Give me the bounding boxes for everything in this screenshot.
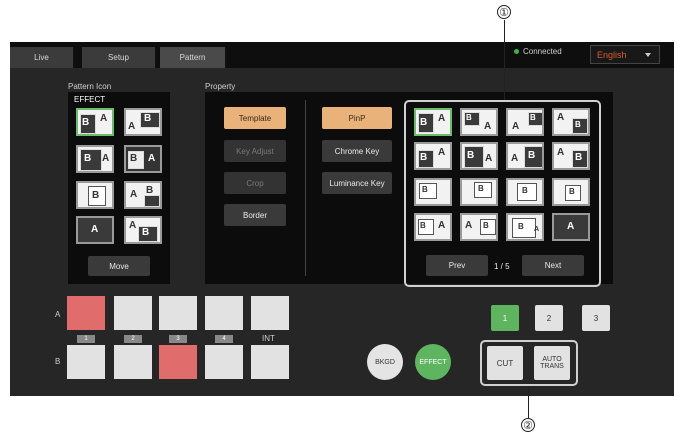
- auto-trans-button[interactable]: AUTO TRANS: [534, 346, 570, 380]
- bus-number-1: 1: [77, 335, 95, 343]
- template-button[interactable]: Template: [224, 107, 286, 129]
- template-icon-10[interactable]: B: [460, 178, 498, 206]
- template-icon-3[interactable]: A B: [506, 108, 544, 136]
- template-icon-2[interactable]: B A: [460, 108, 498, 136]
- page-2-button[interactable]: 2: [535, 305, 563, 331]
- pattern-icon-8[interactable]: A B: [124, 216, 162, 244]
- pinp-button[interactable]: PinP: [322, 107, 392, 129]
- border-button[interactable]: Border: [224, 204, 286, 226]
- move-button[interactable]: Move: [88, 256, 150, 276]
- page-indicator: 1 / 5: [494, 262, 510, 271]
- language-select[interactable]: English: [590, 45, 660, 64]
- bus-number-int: INT: [262, 334, 275, 343]
- property-title: Property: [205, 82, 236, 91]
- b-bus-button-2[interactable]: [114, 345, 152, 379]
- bus-number-4: 4: [215, 335, 233, 343]
- template-icon-9[interactable]: B: [414, 178, 452, 206]
- luminance-key-button[interactable]: Luminance Key: [322, 172, 392, 194]
- row-b-label: B: [55, 357, 61, 366]
- pattern-icon-3[interactable]: B A: [76, 145, 114, 173]
- page-3-button[interactable]: 3: [582, 305, 610, 331]
- callout-1-line: [504, 20, 505, 100]
- pattern-icon-2[interactable]: A B: [124, 108, 162, 136]
- template-icon-13[interactable]: B A: [414, 213, 452, 241]
- pattern-icon-7[interactable]: A: [76, 216, 114, 244]
- template-icon-5[interactable]: B A: [414, 142, 452, 170]
- template-icon-6[interactable]: B A: [460, 142, 498, 170]
- chrome-key-button[interactable]: Chrome Key: [322, 140, 392, 162]
- pattern-icon-4[interactable]: B A: [124, 145, 162, 173]
- pattern-icon-title: Pattern Icon: [68, 82, 112, 91]
- template-icon-15[interactable]: B A: [506, 213, 544, 241]
- key-adjust-button[interactable]: Key Adjust: [224, 140, 286, 162]
- template-icon-1[interactable]: B A: [414, 108, 452, 136]
- callout-2-line: [528, 386, 529, 418]
- template-icon-12[interactable]: B: [552, 178, 590, 206]
- a-bus-button-int[interactable]: [251, 296, 289, 330]
- template-icon-11[interactable]: B: [506, 178, 544, 206]
- language-value: English: [597, 49, 627, 60]
- row-a-label: A: [55, 310, 61, 319]
- pattern-icon-6[interactable]: A B: [124, 181, 162, 209]
- tab-live[interactable]: Live: [10, 47, 74, 68]
- prev-button[interactable]: Prev: [426, 255, 488, 276]
- bkgd-button[interactable]: BKGD: [367, 344, 403, 380]
- connection-status: Connected: [514, 47, 562, 56]
- pattern-icon-subtitle: EFFECT: [74, 95, 106, 104]
- property-divider: [305, 100, 306, 276]
- template-icon-16[interactable]: A: [552, 213, 590, 241]
- next-button[interactable]: Next: [522, 255, 584, 276]
- connection-label: Connected: [523, 47, 562, 56]
- effect-button[interactable]: EFFECT: [415, 344, 451, 380]
- tab-pattern[interactable]: Pattern: [160, 47, 226, 68]
- a-bus-button-2[interactable]: [114, 296, 152, 330]
- callout-2: ②: [521, 418, 535, 432]
- pattern-icon-5[interactable]: B: [76, 181, 114, 209]
- b-bus-button-int[interactable]: [251, 345, 289, 379]
- bus-number-3: 3: [169, 335, 187, 343]
- pattern-icon-1[interactable]: B A: [76, 108, 114, 136]
- template-icon-4[interactable]: A B: [552, 108, 590, 136]
- a-bus-button-3[interactable]: [159, 296, 197, 330]
- template-icon-8[interactable]: A B: [552, 142, 590, 170]
- b-bus-button-4[interactable]: [205, 345, 243, 379]
- bus-number-2: 2: [124, 335, 142, 343]
- template-icon-14[interactable]: A B: [460, 213, 498, 241]
- page-1-button[interactable]: 1: [491, 305, 519, 331]
- tab-setup[interactable]: Setup: [82, 47, 156, 68]
- callout-1: ①: [497, 5, 511, 19]
- a-bus-button-1[interactable]: [67, 296, 105, 330]
- cut-button[interactable]: CUT: [487, 346, 523, 380]
- a-bus-button-4[interactable]: [205, 296, 243, 330]
- crop-button[interactable]: Crop: [224, 172, 286, 194]
- b-bus-button-3[interactable]: [159, 345, 197, 379]
- b-bus-button-1[interactable]: [67, 345, 105, 379]
- template-icon-7[interactable]: A B: [506, 142, 544, 170]
- chevron-down-icon: [645, 53, 651, 57]
- status-dot-icon: [514, 49, 519, 54]
